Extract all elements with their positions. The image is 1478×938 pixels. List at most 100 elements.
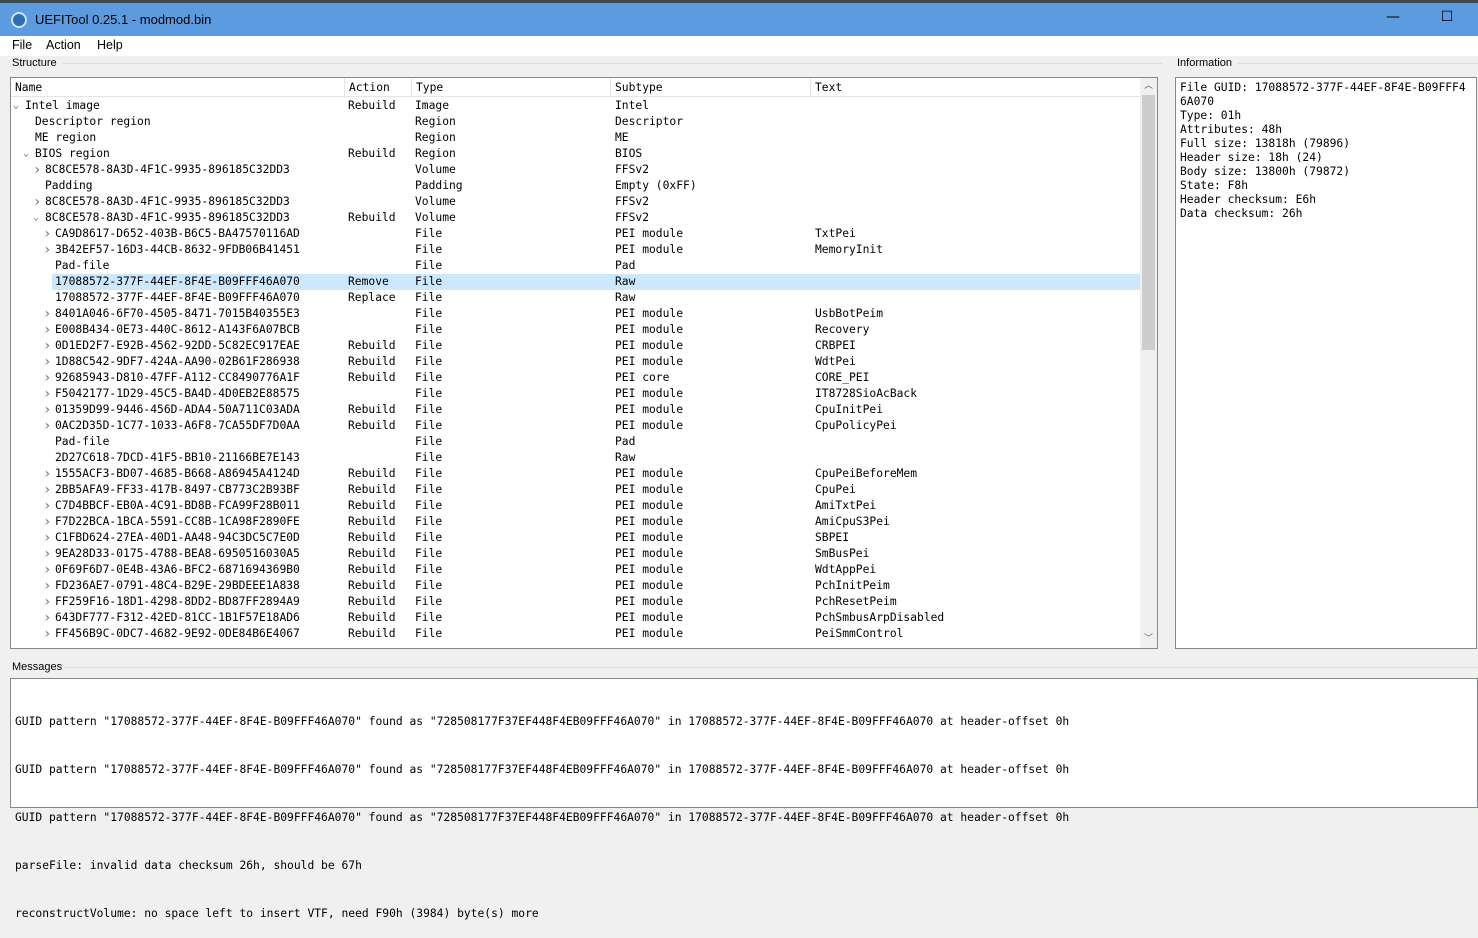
tree-row[interactable]: › FF456B9C-0DC7-4682-9E92-0DE84B6E4067 Reb… <box>11 626 1141 642</box>
scroll-down-icon[interactable]: ﹀ <box>1140 631 1157 648</box>
tree-row-name: 0AC2D35D-1C77-1033-A6F8-7CA55DF7D0AA <box>55 419 300 432</box>
tree-row-name: E008B434-0E73-440C-8612-A143F6A07BCB <box>55 323 300 336</box>
tree-row[interactable]: › 643DF777-F312-42ED-81CC-1B1F57E18AD6 Reb… <box>11 610 1141 626</box>
chevron-right-icon[interactable]: › <box>43 530 51 546</box>
tree-row[interactable]: › 0D1ED2F7-E92B-4562-92DD-5C82EC917EAE Reb… <box>11 338 1141 354</box>
message-line[interactable]: GUID pattern "17088572-377F-44EF-8F4E-B0… <box>15 714 1473 730</box>
tree-row-type: File <box>415 387 443 400</box>
chevron-right-icon[interactable]: › <box>43 354 51 370</box>
chevron-right-icon[interactable]: › <box>43 418 51 434</box>
tree-row[interactable]: Descriptor region Region Descriptor <box>11 114 1141 130</box>
tree-row-subtype: PEI module <box>615 355 684 368</box>
chevron-right-icon[interactable]: › <box>43 306 51 322</box>
chevron-right-icon[interactable]: › <box>43 610 51 626</box>
tree-row[interactable]: › FF259F16-18D1-4298-8DD2-BD87FF2894A9 Reb… <box>11 594 1141 610</box>
tree-row[interactable]: › 8401A046-6F70-4505-8471-7015B40355E3 Fil… <box>11 306 1141 322</box>
tree-row[interactable]: › 2BB5AFA9-FF33-417B-8497-CB773C2B93BF Reb… <box>11 482 1141 498</box>
tree-row[interactable]: ⌄ Intel image Rebuild Image Intel <box>11 98 1141 114</box>
tree-row[interactable]: ⌄ 8C8CE578-8A3D-4F1C-9935-896185C32DD3 Reb… <box>11 210 1141 226</box>
chevron-right-icon[interactable]: › <box>33 162 41 178</box>
tree-row-action: Rebuild <box>348 531 396 544</box>
tree-row[interactable]: › C1FBD624-27EA-40D1-AA48-94C3DC5C7E0D Reb… <box>11 530 1141 546</box>
column-subtype[interactable]: Subtype <box>611 78 811 97</box>
chevron-down-icon[interactable]: ⌄ <box>33 210 39 226</box>
tree-row[interactable]: 2D27C618-7DCD-41F5-BB10-21166BE7E143 File… <box>11 450 1141 466</box>
chevron-right-icon[interactable]: › <box>43 514 51 530</box>
message-line[interactable]: parseFile: invalid data checksum 26h, sh… <box>15 858 1473 874</box>
tree-row[interactable]: › CA9D8617-D652-403B-B6C5-BA47570116AD Fil… <box>11 226 1141 242</box>
minimize-button[interactable]: — <box>1378 9 1408 31</box>
chevron-right-icon[interactable]: › <box>43 626 51 642</box>
tree-row-type: File <box>415 291 443 304</box>
chevron-right-icon[interactable]: › <box>43 594 51 610</box>
message-line[interactable]: reconstructVolume: no space left to inse… <box>15 906 1473 922</box>
chevron-right-icon[interactable]: › <box>43 482 51 498</box>
tree-row-name: 0F69F6D7-0E4B-43A6-BFC2-6871694369B0 <box>55 563 300 576</box>
chevron-right-icon[interactable]: › <box>43 578 51 594</box>
tree-row[interactable]: › 8C8CE578-8A3D-4F1C-9935-896185C32DD3 Vol… <box>11 162 1141 178</box>
tree-row[interactable]: › 3B42EF57-16D3-44CB-8632-9FDB06B41451 Fil… <box>11 242 1141 258</box>
scroll-thumb[interactable] <box>1142 95 1155 350</box>
chevron-right-icon[interactable]: › <box>43 386 51 402</box>
tree-scrollbar[interactable]: ︿ ﹀ <box>1140 78 1157 648</box>
tree-row[interactable]: › 1D88C542-9DF7-424A-AA90-02B61F286938 Reb… <box>11 354 1141 370</box>
tree-row-action: Rebuild <box>348 515 396 528</box>
message-line[interactable]: GUID pattern "17088572-377F-44EF-8F4E-B0… <box>15 810 1473 826</box>
tree-row[interactable]: 17088572-377F-44EF-8F4E-B09FFF46A070 Repl… <box>11 290 1141 306</box>
chevron-right-icon[interactable]: › <box>43 226 51 242</box>
tree-row-subtype: Pad <box>615 435 636 448</box>
chevron-right-icon[interactable]: › <box>43 322 51 338</box>
tree-row[interactable]: › 9EA28D33-0175-4788-BEA8-6950516030A5 Reb… <box>11 546 1141 562</box>
tree-row[interactable]: › FD236AE7-0791-48C4-B29E-29BDEEE1A838 Reb… <box>11 578 1141 594</box>
tree-row-text: PchInitPeim <box>815 579 890 592</box>
scroll-up-icon[interactable]: ︿ <box>1140 78 1157 95</box>
structure-tree[interactable]: Name Action Type Subtype Text ⌄ Intel ima… <box>10 77 1158 649</box>
column-name[interactable]: Name <box>11 78 345 97</box>
menu-action[interactable]: Action <box>46 38 81 52</box>
messages-panel[interactable]: GUID pattern "17088572-377F-44EF-8F4E-B0… <box>10 678 1478 920</box>
tree-row-subtype: PEI module <box>615 227 684 240</box>
chevron-right-icon[interactable]: › <box>43 546 51 562</box>
tree-row-name: 8C8CE578-8A3D-4F1C-9935-896185C32DD3 <box>45 163 290 176</box>
tree-row-action: Rebuild <box>348 355 396 368</box>
tree-row-subtype: Pad <box>615 259 636 272</box>
chevron-down-icon[interactable]: ⌄ <box>13 98 19 114</box>
chevron-right-icon[interactable]: › <box>43 562 51 578</box>
chevron-down-icon[interactable]: ⌄ <box>23 146 29 162</box>
tree-row[interactable]: › F7D22BCA-1BCA-5591-CC8B-1CA98F2890FE Reb… <box>11 514 1141 530</box>
column-type[interactable]: Type <box>412 78 611 97</box>
tree-row[interactable]: › 92685943-D810-47FF-A112-CC8490776A1F Reb… <box>11 370 1141 386</box>
chevron-right-icon[interactable]: › <box>43 402 51 418</box>
chevron-right-icon[interactable]: › <box>43 338 51 354</box>
message-line[interactable]: GUID pattern "17088572-377F-44EF-8F4E-B0… <box>15 762 1473 778</box>
tree-row-type: File <box>415 563 443 576</box>
tree-row[interactable]: › F5042177-1D29-45C5-BA4D-4D0EB2E88575 Fil… <box>11 386 1141 402</box>
chevron-right-icon[interactable]: › <box>33 194 41 210</box>
tree-row[interactable]: › C7D4BBCF-EB0A-4C91-BD8B-FCA99F28B011 Reb… <box>11 498 1141 514</box>
tree-row[interactable]: › 1555ACF3-BD07-4685-B668-A86945A4124D Reb… <box>11 466 1141 482</box>
information-panel[interactable]: File GUID: 17088572-377F-44EF-8F4E-B09FF… <box>1175 77 1477 649</box>
tree-row[interactable]: › 01359D99-9446-456D-ADA4-50A711C03ADA Reb… <box>11 402 1141 418</box>
tree-row[interactable]: Pad-file File Pad <box>11 434 1141 450</box>
tree-row-action: Rebuild <box>348 467 396 480</box>
tree-row[interactable]: 17088572-377F-44EF-8F4E-B09FFF46A070 Remo… <box>52 274 1141 290</box>
menu-help[interactable]: Help <box>97 38 123 52</box>
menu-file[interactable]: File <box>12 38 32 52</box>
tree-row-action: Rebuild <box>348 595 396 608</box>
chevron-right-icon[interactable]: › <box>43 466 51 482</box>
maximize-button[interactable]: ☐ <box>1432 9 1462 31</box>
column-action[interactable]: Action <box>345 78 412 97</box>
tree-row[interactable]: › E008B434-0E73-440C-8612-A143F6A07BCB Fil… <box>11 322 1141 338</box>
chevron-right-icon[interactable]: › <box>43 242 51 258</box>
tree-row[interactable]: ME region Region ME <box>11 130 1141 146</box>
tree-row[interactable]: › 0F69F6D7-0E4B-43A6-BFC2-6871694369B0 Reb… <box>11 562 1141 578</box>
tree-row[interactable]: Pad-file File Pad <box>11 258 1141 274</box>
column-text[interactable]: Text <box>811 78 1141 97</box>
tree-row[interactable]: Padding Padding Empty (0xFF) <box>11 178 1141 194</box>
tree-row[interactable]: › 8C8CE578-8A3D-4F1C-9935-896185C32DD3 Vol… <box>11 194 1141 210</box>
tree-row[interactable]: ⌄ BIOS region Rebuild Region BIOS <box>11 146 1141 162</box>
tree-row-type: Region <box>415 115 456 128</box>
tree-row[interactable]: › 0AC2D35D-1C77-1033-A6F8-7CA55DF7D0AA Reb… <box>11 418 1141 434</box>
chevron-right-icon[interactable]: › <box>43 498 51 514</box>
chevron-right-icon[interactable]: › <box>43 370 51 386</box>
